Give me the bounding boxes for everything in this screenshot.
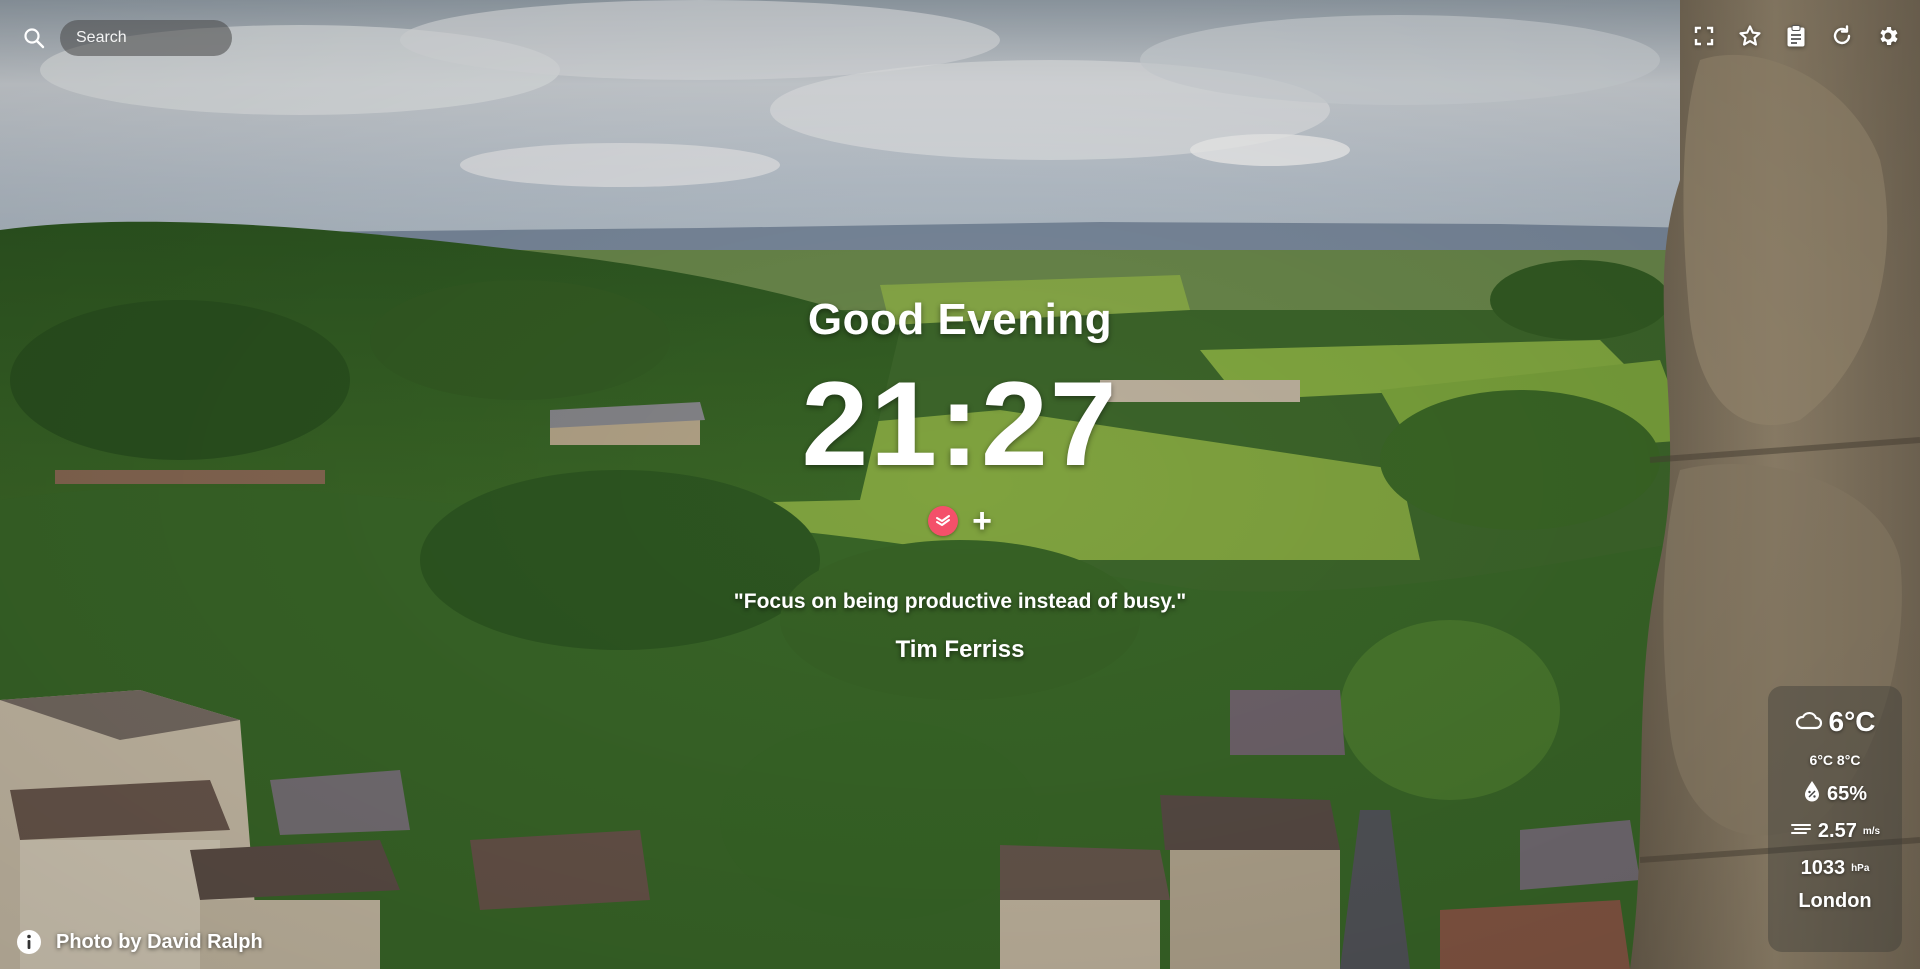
quote-widget: "Focus on being productive instead of bu… — [560, 590, 1360, 664]
weather-temperature: 6°C — [1828, 706, 1876, 737]
quick-links: + — [660, 504, 1260, 538]
humidity-value: 65% — [1826, 782, 1868, 805]
weather-humidity: 65% — [1768, 780, 1902, 808]
quote-author: Tim Ferriss — [895, 636, 1025, 663]
weather-wind: 2.57 m/s — [1768, 820, 1902, 843]
search-bar — [20, 20, 232, 56]
star-icon[interactable] — [1738, 24, 1762, 48]
new-tab-page: Good Evening 21:27 + "Focus on being pro… — [0, 0, 1920, 969]
clipboard-icon[interactable] — [1784, 24, 1808, 48]
wind-icon — [1790, 820, 1812, 843]
photo-credit-text[interactable]: Photo by David Ralph — [56, 931, 263, 954]
info-icon[interactable] — [16, 929, 42, 955]
top-toolbar — [1692, 24, 1900, 48]
weather-min-max: 6°C 8°C — [1809, 752, 1861, 768]
todoist-icon[interactable] — [928, 506, 959, 536]
fullscreen-icon[interactable] — [1692, 24, 1716, 48]
search-input[interactable] — [60, 20, 232, 56]
center-widgets: Good Evening 21:27 + — [660, 295, 1260, 539]
wind-unit: m/s — [1862, 826, 1881, 837]
weather-pressure: 1033 hPa — [1768, 857, 1902, 880]
search-icon[interactable] — [20, 24, 48, 52]
weather-city: London — [1798, 890, 1872, 912]
photo-credit: Photo by David Ralph — [16, 929, 263, 955]
refresh-icon[interactable] — [1830, 24, 1854, 48]
cloud-icon — [1795, 709, 1823, 736]
weather-widget[interactable]: 6°C 6°C 8°C 65% 2.57 m/s 1033 hPa London — [1768, 686, 1902, 952]
add-quick-link-button[interactable]: + — [972, 504, 992, 538]
wind-speed: 2.57 — [1817, 820, 1857, 842]
gear-icon[interactable] — [1876, 24, 1900, 48]
clock: 21:27 — [801, 357, 1119, 491]
weather-current: 6°C — [1768, 706, 1902, 738]
pressure-unit: hPa — [1851, 863, 1870, 874]
humidity-icon — [1803, 780, 1821, 808]
pressure-value: 1033 — [1800, 857, 1846, 879]
greeting: Good Evening — [807, 295, 1113, 344]
quote-text: "Focus on being productive instead of bu… — [733, 590, 1187, 613]
